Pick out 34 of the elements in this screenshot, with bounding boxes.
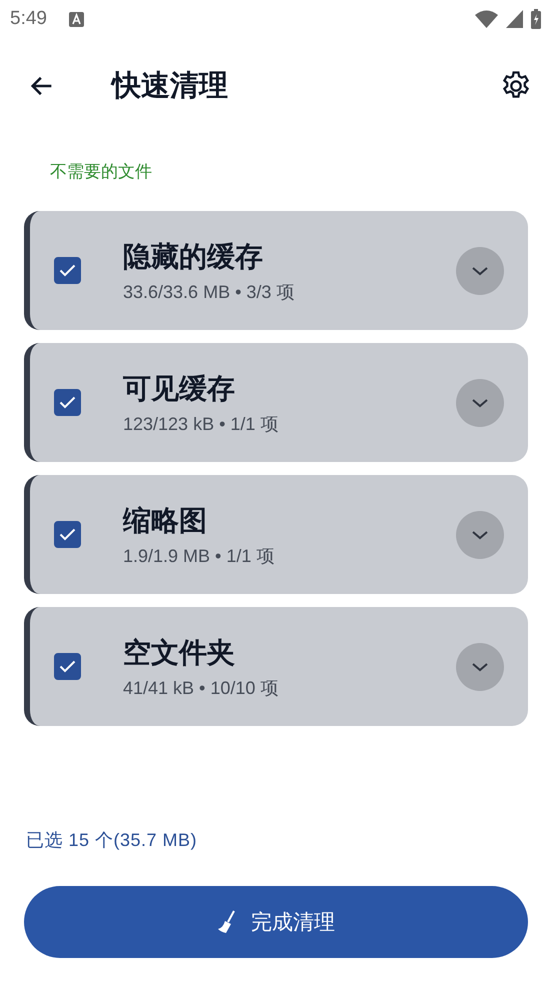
battery-icon (531, 9, 541, 29)
cache-card[interactable]: 缩略图 1.9/1.9 MB • 1/1 项 (24, 475, 528, 594)
checkbox[interactable] (54, 257, 81, 284)
item-title: 隐藏的缓存 (123, 238, 264, 274)
check-icon (59, 264, 76, 277)
item-title: 空文件夹 (123, 634, 236, 670)
cache-card[interactable]: 空文件夹 41/41 kB • 10/10 项 (24, 607, 528, 726)
selection-summary: 已选 15 个(35.7 MB) (26, 829, 198, 852)
item-details: 1.9/1.9 MB • 1/1 项 (123, 544, 276, 568)
notification-icon (68, 12, 84, 26)
chevron-icon (470, 528, 490, 540)
check-icon (59, 660, 76, 673)
section-label: 不需要的文件 (50, 161, 153, 184)
item-details: 33.6/33.6 MB • 3/3 项 (123, 280, 296, 304)
cache-card[interactable]: 可见缓存 123/123 kB • 1/1 项 (24, 343, 528, 462)
clean-button[interactable]: 完成清理 (24, 886, 528, 958)
wifi-icon (475, 10, 498, 28)
chevron-icon (470, 396, 490, 408)
item-details: 123/123 kB • 1/1 项 (123, 412, 280, 436)
broom-icon (217, 910, 237, 934)
signal-icon (506, 10, 523, 28)
checkbox[interactable] (54, 653, 81, 680)
item-title: 可见缓存 (123, 370, 236, 406)
checkbox[interactable] (54, 521, 81, 548)
check-icon (59, 396, 76, 409)
chevron-icon (470, 264, 490, 276)
item-details: 41/41 kB • 10/10 项 (123, 676, 280, 700)
chevron-icon (470, 660, 490, 672)
item-title: 缩略图 (123, 502, 208, 538)
check-icon (59, 528, 76, 541)
cache-card[interactable]: 隐藏的缓存 33.6/33.6 MB • 3/3 项 (24, 211, 528, 330)
status-time: 5:49 (10, 8, 47, 30)
page-title: 快速清理 (112, 67, 229, 104)
checkbox[interactable] (54, 389, 81, 416)
